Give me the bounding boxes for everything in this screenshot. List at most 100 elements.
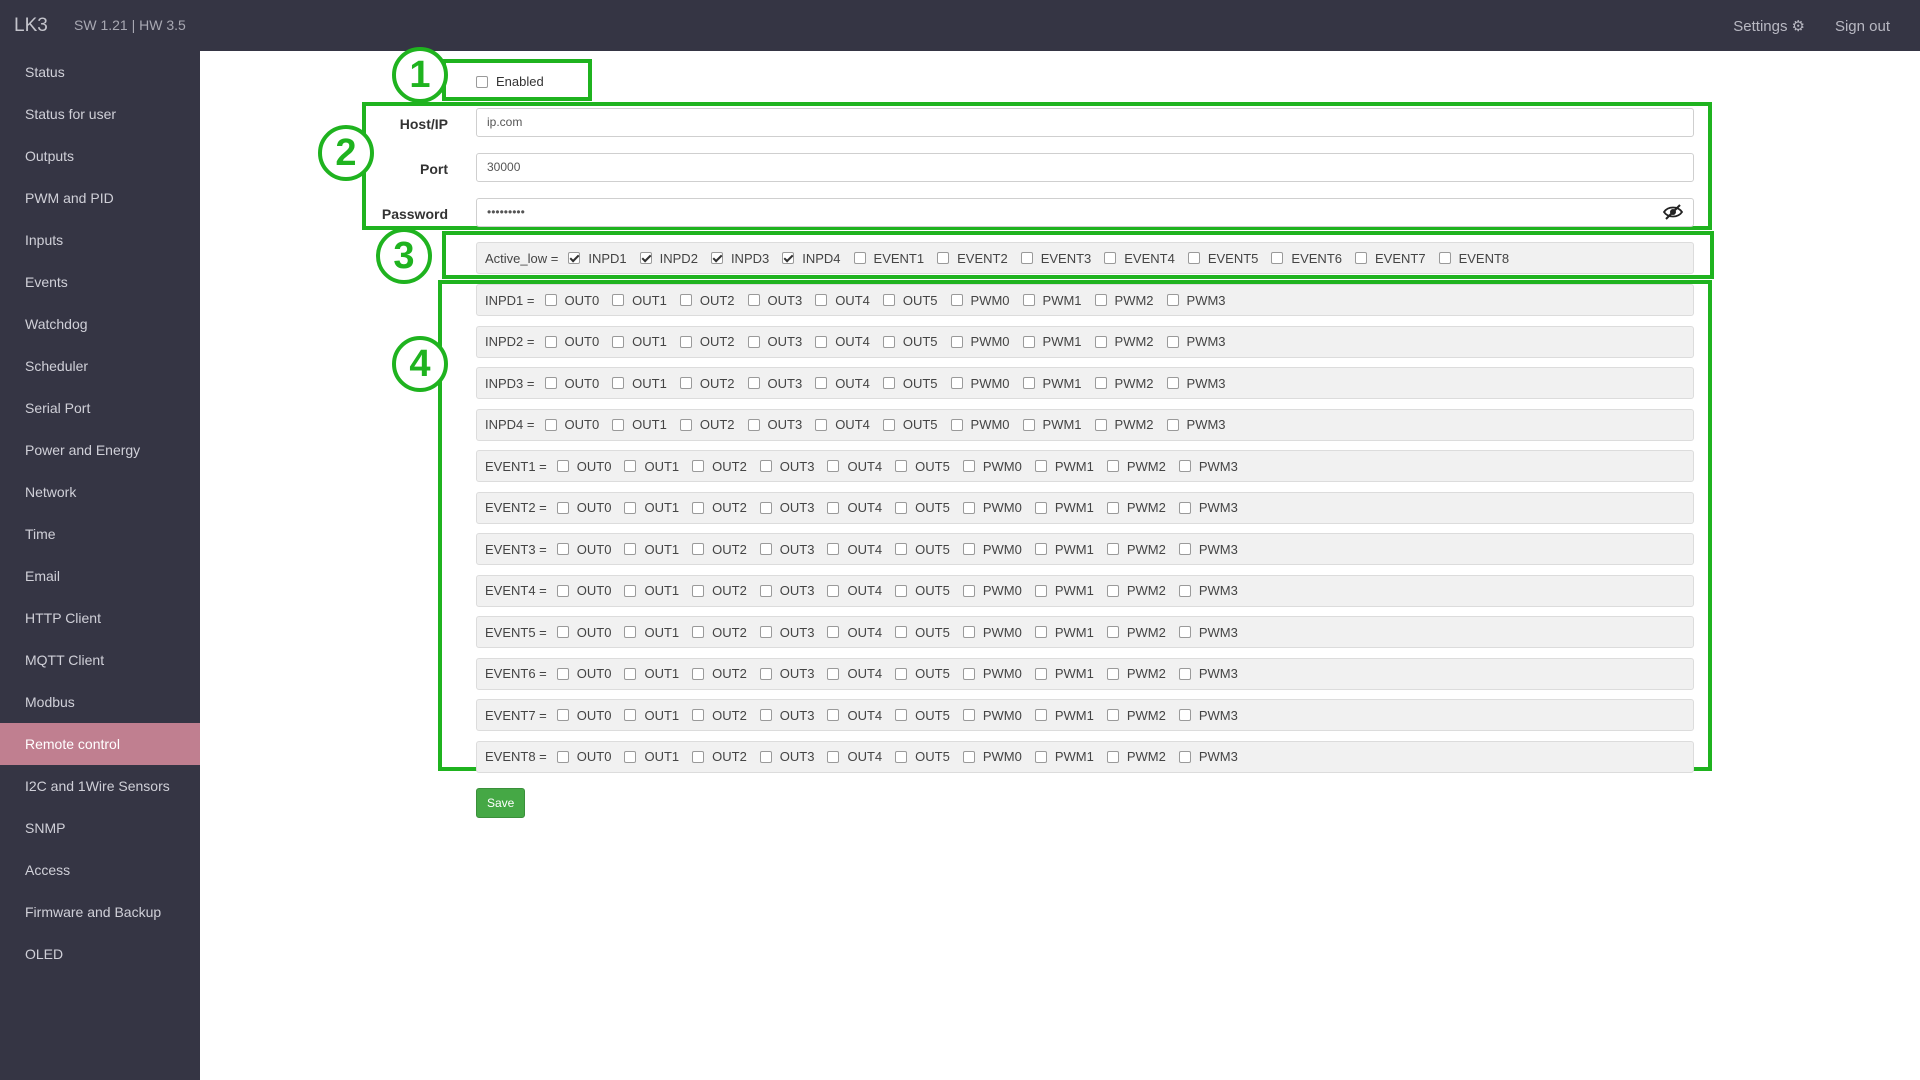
mapping-option[interactable]: OUT2	[692, 542, 747, 557]
mapping-checkbox[interactable]	[1178, 543, 1191, 555]
sidebar-item-remote-control[interactable]: Remote control	[0, 723, 200, 765]
active-low-option[interactable]: INPD3	[710, 251, 769, 266]
mapping-option[interactable]: OUT2	[692, 459, 747, 474]
mapping-option[interactable]: PWM1	[1034, 625, 1094, 640]
mapping-checkbox[interactable]	[895, 626, 908, 638]
active-low-checkbox[interactable]	[782, 252, 795, 264]
sidebar-item-scheduler[interactable]: Scheduler	[0, 345, 200, 387]
mapping-checkbox[interactable]	[962, 543, 975, 555]
mapping-option[interactable]: OUT4	[827, 625, 882, 640]
mapping-checkbox[interactable]	[815, 418, 828, 431]
mapping-checkbox[interactable]	[1034, 626, 1047, 638]
mapping-checkbox[interactable]	[1034, 543, 1047, 555]
active-low-option[interactable]: EVENT4	[1104, 251, 1175, 266]
mapping-option[interactable]: OUT0	[556, 583, 611, 598]
mapping-checkbox[interactable]	[1094, 335, 1107, 348]
active-low-option[interactable]: EVENT3	[1020, 251, 1091, 266]
mapping-option[interactable]: PWM3	[1178, 708, 1238, 723]
mapping-checkbox[interactable]	[556, 584, 569, 597]
mapping-checkbox[interactable]	[624, 667, 637, 680]
mapping-checkbox[interactable]	[1166, 335, 1179, 348]
mapping-option[interactable]: OUT5	[895, 583, 950, 598]
mapping-checkbox[interactable]	[1094, 294, 1107, 306]
mapping-checkbox[interactable]	[1022, 335, 1035, 348]
active-low-option[interactable]: EVENT5	[1187, 251, 1258, 266]
sidebar-item-access[interactable]: Access	[0, 849, 200, 891]
mapping-checkbox[interactable]	[1106, 750, 1119, 763]
mapping-option[interactable]: PWM2	[1106, 666, 1166, 681]
mapping-option[interactable]: OUT0	[544, 293, 599, 308]
mapping-option[interactable]: PWM1	[1022, 376, 1082, 391]
sign-out-link[interactable]: Sign out	[1835, 17, 1890, 35]
mapping-option[interactable]: PWM1	[1034, 542, 1094, 557]
mapping-option[interactable]: PWM2	[1094, 334, 1154, 349]
mapping-checkbox[interactable]	[624, 501, 637, 514]
mapping-option[interactable]: OUT2	[692, 708, 747, 723]
mapping-checkbox[interactable]	[759, 543, 772, 555]
sidebar-item-mqtt-client[interactable]: MQTT Client	[0, 639, 200, 681]
mapping-checkbox[interactable]	[759, 584, 772, 597]
mapping-checkbox[interactable]	[1094, 377, 1107, 389]
mapping-option[interactable]: OUT2	[692, 583, 747, 598]
mapping-checkbox[interactable]	[624, 460, 637, 472]
mapping-checkbox[interactable]	[827, 667, 840, 680]
mapping-option[interactable]: OUT0	[556, 625, 611, 640]
mapping-checkbox[interactable]	[950, 418, 963, 431]
sidebar-item-oled[interactable]: OLED	[0, 933, 200, 975]
mapping-option[interactable]: OUT2	[679, 417, 735, 432]
mapping-option[interactable]: PWM2	[1094, 376, 1154, 391]
mapping-option[interactable]: PWM2	[1106, 542, 1166, 557]
mapping-checkbox[interactable]	[815, 294, 828, 306]
mapping-checkbox[interactable]	[556, 667, 569, 680]
mapping-checkbox[interactable]	[895, 584, 908, 597]
active-low-checkbox[interactable]	[853, 252, 866, 264]
mapping-option[interactable]: OUT5	[895, 500, 950, 515]
mapping-option[interactable]: OUT3	[759, 708, 814, 723]
mapping-checkbox[interactable]	[895, 460, 908, 472]
mapping-checkbox[interactable]	[679, 418, 692, 431]
mapping-option[interactable]: OUT1	[612, 417, 667, 432]
mapping-checkbox[interactable]	[827, 584, 840, 597]
mapping-option[interactable]: PWM0	[962, 749, 1022, 764]
enabled-checkbox[interactable]	[476, 75, 488, 88]
mapping-option[interactable]: PWM3	[1178, 542, 1238, 557]
mapping-option[interactable]: OUT1	[624, 625, 679, 640]
mapping-checkbox[interactable]	[759, 501, 772, 514]
mapping-checkbox[interactable]	[612, 418, 625, 431]
mapping-checkbox[interactable]	[624, 750, 637, 763]
save-button[interactable]: Save	[476, 788, 526, 818]
mapping-checkbox[interactable]	[1178, 626, 1191, 638]
mapping-option[interactable]: PWM0	[962, 542, 1022, 557]
mapping-checkbox[interactable]	[544, 377, 557, 389]
mapping-checkbox[interactable]	[692, 460, 705, 472]
mapping-checkbox[interactable]	[882, 418, 895, 431]
mapping-checkbox[interactable]	[679, 377, 692, 389]
sidebar-item-outputs[interactable]: Outputs	[0, 135, 200, 177]
mapping-option[interactable]: PWM1	[1022, 334, 1082, 349]
mapping-option[interactable]: OUT4	[815, 376, 870, 391]
mapping-checkbox[interactable]	[624, 543, 637, 555]
mapping-checkbox[interactable]	[544, 294, 557, 306]
mapping-option[interactable]: OUT4	[815, 334, 870, 349]
active-low-checkbox[interactable]	[1187, 252, 1200, 264]
mapping-option[interactable]: PWM2	[1106, 749, 1166, 764]
mapping-option[interactable]: OUT3	[747, 334, 802, 349]
mapping-checkbox[interactable]	[1166, 418, 1179, 431]
mapping-checkbox[interactable]	[1022, 377, 1035, 389]
mapping-option[interactable]: OUT3	[759, 666, 814, 681]
mapping-checkbox[interactable]	[624, 626, 637, 638]
mapping-option[interactable]: PWM2	[1106, 708, 1166, 723]
mapping-option[interactable]: OUT2	[679, 334, 735, 349]
port-input[interactable]: 30000	[476, 153, 1694, 182]
mapping-option[interactable]: OUT0	[556, 708, 611, 723]
mapping-option[interactable]: OUT4	[815, 417, 870, 432]
mapping-checkbox[interactable]	[950, 335, 963, 348]
mapping-checkbox[interactable]	[1034, 709, 1047, 721]
active-low-checkbox[interactable]	[937, 252, 950, 264]
mapping-option[interactable]: OUT0	[556, 500, 611, 515]
mapping-option[interactable]: PWM2	[1106, 500, 1166, 515]
mapping-option[interactable]: OUT3	[759, 749, 814, 764]
mapping-option[interactable]: OUT1	[612, 334, 667, 349]
mapping-option[interactable]: OUT4	[827, 708, 882, 723]
mapping-checkbox[interactable]	[612, 377, 625, 389]
